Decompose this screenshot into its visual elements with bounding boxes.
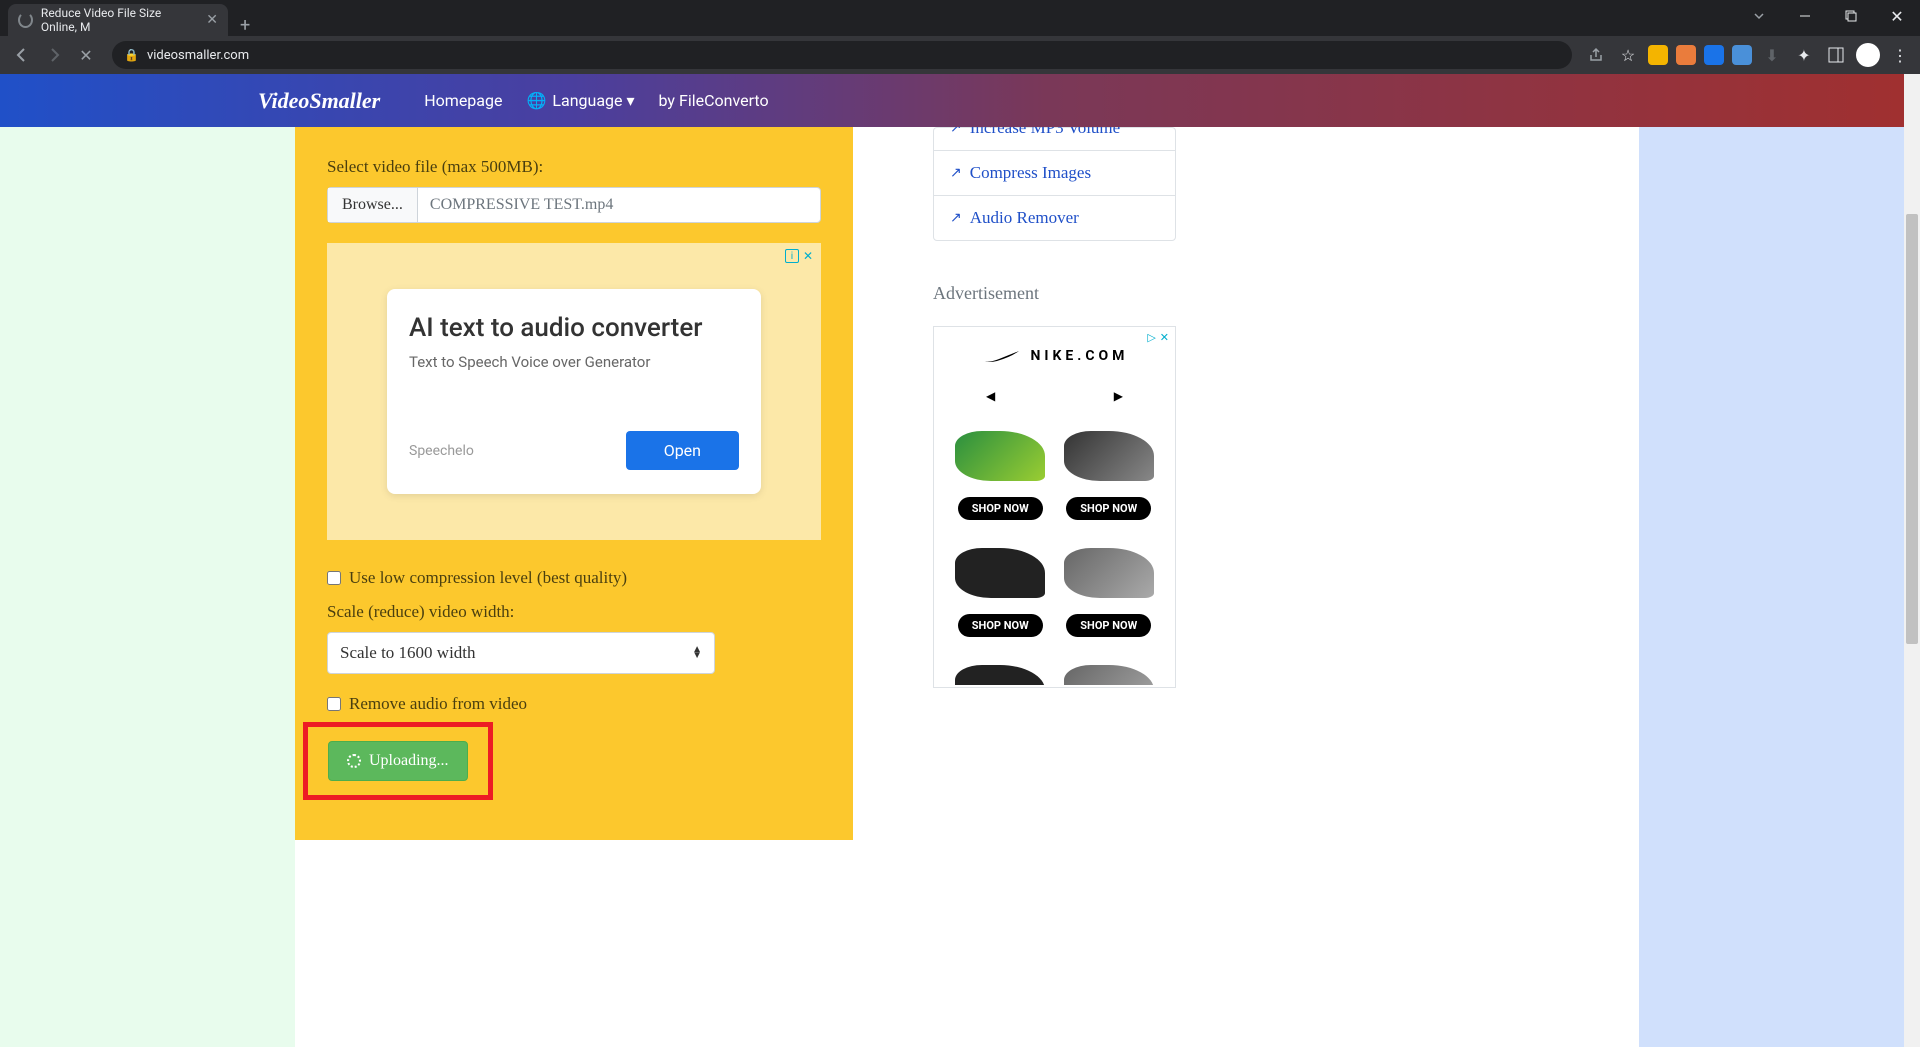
scrollbar-track[interactable] <box>1904 74 1920 1047</box>
related-links: ↗ Increase MP3 Volume ↗ Compress Images … <box>933 127 1176 241</box>
brand-logo[interactable]: VideoSmaller <box>258 88 380 114</box>
ad-info-icon[interactable]: i <box>785 249 799 263</box>
browser-toolbar: ✕ 🔒 videosmaller.com ☆ ⬇ ✦ ⋮ <box>0 36 1920 74</box>
link-compress-images[interactable]: ↗ Compress Images <box>934 151 1175 196</box>
shoe-image <box>955 548 1045 598</box>
extensions-icon[interactable]: ✦ <box>1792 43 1816 67</box>
upload-spinner-icon <box>347 754 361 768</box>
selected-filename: COMPRESSIVE TEST.mp4 <box>418 188 625 222</box>
carousel-prev-icon[interactable]: ◀ <box>986 389 995 403</box>
loading-spinner-icon <box>18 12 33 28</box>
remove-audio-checkbox[interactable] <box>327 697 341 711</box>
ad-marker-icon[interactable]: ▷ <box>1147 331 1155 344</box>
tab-title: Reduce Video File Size Online, M <box>41 6 198 34</box>
tab-search-icon[interactable] <box>1736 0 1782 32</box>
menu-icon[interactable]: ⋮ <box>1888 43 1912 67</box>
ad-close-icon[interactable]: ✕ <box>1160 331 1169 344</box>
external-link-icon: ↗ <box>950 210 962 226</box>
upload-button[interactable]: Uploading... <box>328 741 468 781</box>
main-form-card: Select video file (max 500MB): Browse...… <box>295 127 853 840</box>
right-background <box>1639 127 1904 1047</box>
scrollbar-thumb[interactable] <box>1906 214 1918 644</box>
file-input: Browse... COMPRESSIVE TEST.mp4 <box>327 187 821 223</box>
site-header: VideoSmaller Homepage 🌐 Language ▾ by Fi… <box>0 74 1904 127</box>
scale-value: Scale to 1600 width <box>340 643 476 662</box>
nav-language[interactable]: Language ▾ <box>552 91 634 110</box>
low-compression-label: Use low compression level (best quality) <box>349 568 627 588</box>
low-compression-checkbox[interactable] <box>327 571 341 585</box>
shop-now-button[interactable]: SHOP NOW <box>958 614 1043 637</box>
shoe-image <box>1064 665 1154 685</box>
ad-open-button[interactable]: Open <box>626 431 739 470</box>
extension-icon-3[interactable] <box>1704 45 1724 65</box>
browser-chrome: Reduce Video File Size Online, M ✕ + ✕ ✕… <box>0 0 1920 74</box>
new-tab-button[interactable]: + <box>228 15 262 36</box>
nike-brand-text: NIKE.COM <box>1031 348 1129 364</box>
inline-ad: i ✕ AI text to audio converter Text to S… <box>327 243 821 540</box>
translate-icon: 🌐 <box>526 91 546 110</box>
maximize-button[interactable] <box>1828 0 1874 32</box>
extension-icon-2[interactable] <box>1676 45 1696 65</box>
nike-swoosh-icon <box>981 347 1021 365</box>
shop-now-button[interactable]: SHOP NOW <box>958 497 1043 520</box>
shoe-image <box>955 665 1045 685</box>
advertisement-label: Advertisement <box>933 283 1176 304</box>
shoe-image <box>1064 431 1154 481</box>
nav-fileconverto[interactable]: by FileConverto <box>659 91 769 110</box>
shop-now-button[interactable]: SHOP NOW <box>1066 497 1151 520</box>
shoe-image <box>1064 548 1154 598</box>
extension-icon-1[interactable] <box>1648 45 1668 65</box>
stop-button[interactable]: ✕ <box>72 41 100 69</box>
nike-ad[interactable]: ▷ ✕ NIKE.COM ◀ ▶ SHOP NOW SHOP NOW <box>933 326 1176 688</box>
nav-homepage[interactable]: Homepage <box>424 91 502 110</box>
tab-bar: Reduce Video File Size Online, M ✕ + ✕ <box>0 0 1920 36</box>
side-panel-icon[interactable] <box>1824 43 1848 67</box>
select-file-label: Select video file (max 500MB): <box>327 157 821 177</box>
shoe-image <box>955 431 1045 481</box>
carousel-next-icon[interactable]: ▶ <box>1114 389 1123 403</box>
sidebar: ↗ Increase MP3 Volume ↗ Compress Images … <box>933 127 1176 840</box>
scale-select[interactable]: Scale to 1600 width ▲▼ <box>327 632 715 674</box>
link-audio-remover[interactable]: ↗ Audio Remover <box>934 196 1175 240</box>
external-link-icon: ↗ <box>950 165 962 181</box>
url-text: videosmaller.com <box>147 48 249 63</box>
close-tab-icon[interactable]: ✕ <box>206 12 218 28</box>
page-content: VideoSmaller Homepage 🌐 Language ▾ by Fi… <box>0 74 1920 1047</box>
close-window-button[interactable]: ✕ <box>1874 0 1920 32</box>
share-icon[interactable] <box>1584 43 1608 67</box>
upload-highlight: Uploading... <box>303 722 493 800</box>
ad-title: AI text to audio converter <box>409 313 739 343</box>
download-icon[interactable]: ⬇ <box>1760 43 1784 67</box>
bookmark-icon[interactable]: ☆ <box>1616 43 1640 67</box>
browser-tab[interactable]: Reduce Video File Size Online, M ✕ <box>8 4 228 36</box>
minimize-button[interactable] <box>1782 0 1828 32</box>
profile-avatar[interactable] <box>1856 43 1880 67</box>
extension-icon-4[interactable] <box>1732 45 1752 65</box>
select-arrows-icon: ▲▼ <box>692 647 702 659</box>
upload-button-label: Uploading... <box>369 752 449 770</box>
remove-audio-label: Remove audio from video <box>349 694 527 714</box>
forward-button[interactable] <box>40 41 68 69</box>
ad-close-icon[interactable]: ✕ <box>801 249 815 263</box>
window-controls: ✕ <box>1736 0 1920 32</box>
ad-brand: Speechelo <box>409 443 474 459</box>
scale-label: Scale (reduce) video width: <box>327 602 821 622</box>
lock-icon: 🔒 <box>124 48 139 62</box>
back-button[interactable] <box>8 41 36 69</box>
shop-now-button[interactable]: SHOP NOW <box>1066 614 1151 637</box>
address-bar[interactable]: 🔒 videosmaller.com <box>112 41 1572 69</box>
browse-button[interactable]: Browse... <box>328 188 418 222</box>
left-background <box>0 127 295 1047</box>
ad-subtitle: Text to Speech Voice over Generator <box>409 353 739 371</box>
